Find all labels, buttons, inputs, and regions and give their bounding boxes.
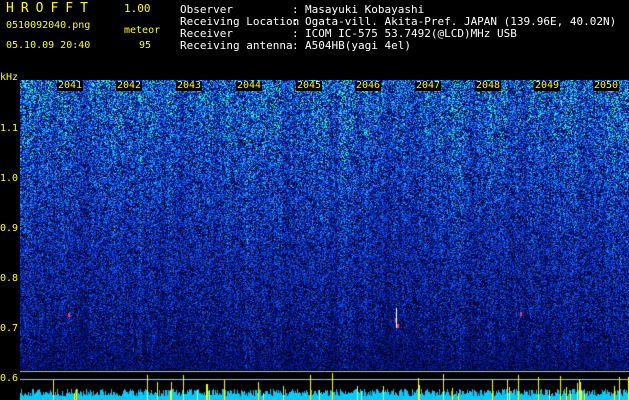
antenna-label: Receiving antenna [180, 39, 293, 52]
app-version: 1.00 [124, 2, 151, 15]
x-tick-label: 2048 [475, 80, 502, 91]
x-tick-label: 2042 [116, 80, 143, 91]
receiver-colon: : [292, 27, 299, 40]
receiver-value: ICOM IC-575 53.7492(@LCD)MHz USB [305, 27, 517, 40]
x-tick-label: 2050 [593, 80, 620, 91]
x-tick-label: 2047 [415, 80, 442, 91]
antenna-value: A504HB(yagi 4el) [305, 39, 411, 52]
x-tick-label: 2044 [236, 80, 263, 91]
y-tick-label: 1.0 [0, 173, 19, 184]
y-tick-label: 0.8 [0, 273, 19, 284]
meteor-count: 95 [139, 40, 152, 51]
meteor-label: meteor [124, 25, 161, 36]
location-label: Receiving Location [180, 15, 300, 28]
hroft-window: { "app": { "title": "HROFFT", "version":… [0, 0, 629, 400]
y-tick-label: 0.7 [0, 323, 19, 334]
x-tick-label: 2045 [296, 80, 323, 91]
image-filename: 0510092040.png [6, 20, 91, 31]
capture-datetime: 05.10.09 20:40 [6, 40, 91, 51]
receiver-label: Receiver [180, 27, 233, 40]
y-tick-label: 0.9 [0, 223, 19, 234]
observer-colon: : [292, 3, 299, 16]
y-tick-label: 1.1 [0, 123, 19, 134]
app-title: HROFFT [6, 1, 95, 16]
location-colon: : [292, 15, 299, 28]
x-tick-label: 2046 [355, 80, 382, 91]
y-axis-unit: kHz [0, 72, 19, 83]
antenna-colon: : [292, 39, 299, 52]
x-tick-label: 2041 [57, 80, 84, 91]
spectrogram-canvas [20, 80, 629, 400]
location-value: Ogata-vill. Akita-Pref. JAPAN (139.96E, … [305, 15, 617, 28]
observer-label: Observer [180, 3, 233, 16]
y-tick-label: 0.6 [0, 373, 19, 384]
observer-value: Masayuki Kobayashi [305, 3, 425, 16]
x-tick-label: 2049 [534, 80, 561, 91]
x-tick-label: 2043 [176, 80, 203, 91]
